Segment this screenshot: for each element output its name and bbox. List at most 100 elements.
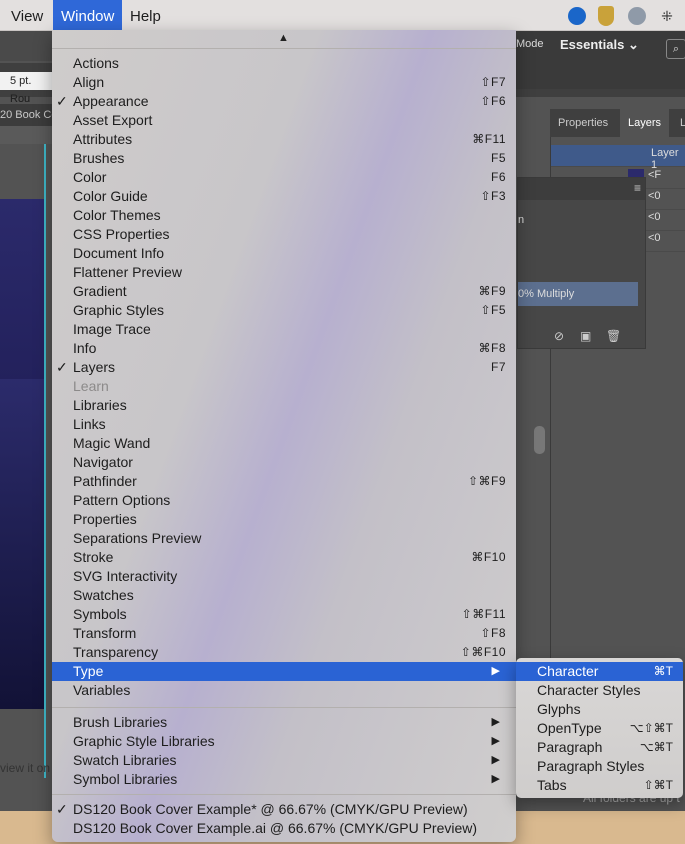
tab-properties[interactable]: Properties [550,109,616,137]
menu-item-type[interactable]: Type ▶ [52,662,516,681]
menu-help[interactable]: Help [122,0,169,30]
menu-item-separations-preview[interactable]: Separations Preview [52,529,516,548]
shortcut-label: ⇧⌘F10 [460,645,506,659]
menu-item-transparency[interactable]: Transparency ⇧⌘F10 [52,643,516,662]
menu-item-label: Flattener Preview [73,264,182,280]
panel-option[interactable] [518,236,638,260]
checkmark-icon: ✓ [56,801,68,817]
blend-mode-option[interactable]: 0% Multiply [518,282,638,306]
menu-item-actions[interactable]: Actions [52,54,516,73]
menu-item-brush-libraries[interactable]: Brush Libraries ▶ [52,713,516,732]
submenu-item-opentype[interactable]: OpenType ⌥⇧⌘T [516,719,683,738]
menu-item-navigator[interactable]: Navigator [52,453,516,472]
menu-item-graphic-styles[interactable]: Graphic Styles ⇧F5 [52,301,516,320]
clear-icon[interactable]: ⊘ [554,329,564,343]
menu-item-color[interactable]: Color F6 [52,168,516,187]
submenu-item-tabs[interactable]: Tabs ⇧⌘T [516,776,683,795]
menu-item-brushes[interactable]: Brushes F5 [52,149,516,168]
artboard-canvas[interactable] [0,199,44,709]
menu-item-label: Asset Export [73,112,153,128]
panel-menu-icon[interactable]: ≡ [634,181,641,195]
submenu-item-paragraph[interactable]: Paragraph ⌥⌘T [516,738,683,757]
menu-item-attributes[interactable]: Attributes ⌘F11 [52,130,516,149]
layer-row[interactable]: Layer 1 [551,145,685,171]
submenu-item-character-styles[interactable]: Character Styles [516,681,683,700]
shortcut-label: ⌘F8 [478,341,506,355]
menu-item-asset-export[interactable]: Asset Export [52,111,516,130]
network-icon[interactable]: ⁜ [658,7,676,25]
forest-artwork [0,379,44,709]
menu-item-label: Actions [73,55,119,71]
menu-item-label: Transform [73,625,137,641]
menu-item-stroke[interactable]: Stroke ⌘F10 [52,548,516,567]
workspace-switcher[interactable]: Essentials ⌄ [560,37,639,53]
search-icon[interactable]: ⌕ [666,39,685,59]
document-tab[interactable]: 20 Book Co [0,104,52,126]
menu-item-label: Separations Preview [73,530,202,546]
shortcut-label: ⌘F11 [472,132,506,146]
menu-item-ds120-book-cover-example-ai-66-67-cmyk-g[interactable]: DS120 Book Cover Example.ai @ 66.67% (CM… [52,819,516,838]
menu-item-pattern-options[interactable]: Pattern Options [52,491,516,510]
menu-item-label: Swatches [73,587,134,603]
menu-item-css-properties[interactable]: CSS Properties [52,225,516,244]
scroll-up-arrow-icon[interactable]: ▲ [278,32,289,44]
menu-item-document-info[interactable]: Document Info [52,244,516,263]
stroke-weight-field[interactable]: 5 pt. Rou [0,72,52,105]
menu-item-color-themes[interactable]: Color Themes [52,206,516,225]
menu-item-info[interactable]: Info ⌘F8 [52,339,516,358]
workspace-label: Essentials [560,37,625,52]
panel-option[interactable]: n [518,208,638,232]
menu-item-symbol-libraries[interactable]: Symbol Libraries ▶ [52,770,516,789]
shield-icon[interactable] [598,6,614,26]
menu-item-swatch-libraries[interactable]: Swatch Libraries ▶ [52,751,516,770]
menu-item-align[interactable]: Align ⇧F7 [52,73,516,92]
floating-panel: ≡ n 0% Multiply ⊘ ▣ 🗑 [517,177,646,349]
menu-item-label: Graphic Style Libraries [73,733,215,749]
menu-item-symbols[interactable]: Symbols ⇧⌘F11 [52,605,516,624]
trash-icon[interactable]: 🗑 [606,329,621,343]
mode-label[interactable]: Mode [516,38,544,50]
menu-item-graphic-style-libraries[interactable]: Graphic Style Libraries ▶ [52,732,516,751]
submenu-item-label: OpenType [537,720,602,736]
menu-item-transform[interactable]: Transform ⇧F8 [52,624,516,643]
menu-item-label: Layers [73,359,116,375]
menu-item-magic-wand[interactable]: Magic Wand [52,434,516,453]
panel-footer-icons: ⊘ ▣ 🗑 [518,326,645,348]
new-item-icon[interactable]: ▣ [580,329,591,343]
menu-view[interactable]: View [3,0,51,30]
menu-item-label: Color Guide [73,188,148,204]
checkmark-icon: ✓ [56,93,68,109]
menu-item-flattener-preview[interactable]: Flattener Preview [52,263,516,282]
menu-item-links[interactable]: Links [52,415,516,434]
panel-header[interactable]: ≡ [518,178,645,200]
submenu-arrow-icon: ▶ [491,716,500,728]
menu-item-label: Info [73,340,97,356]
tab-libraries[interactable]: L [672,109,685,137]
bing-icon[interactable] [568,7,586,25]
menu-item-pathfinder[interactable]: Pathfinder ⇧⌘F9 [52,472,516,491]
menu-item-label: Gradient [73,283,127,299]
menu-item-svg-interactivity[interactable]: SVG Interactivity [52,567,516,586]
menu-item-properties[interactable]: Properties [52,510,516,529]
menu-item-gradient[interactable]: Gradient ⌘F9 [52,282,516,301]
submenu-arrow-icon: ▶ [491,754,500,766]
menu-item-libraries[interactable]: Libraries [52,396,516,415]
menu-item-layers[interactable]: ✓ Layers F7 [52,358,516,377]
menu-item-label: Transparency [73,644,159,660]
globe-icon[interactable] [628,7,646,25]
tab-layers[interactable]: Layers [620,109,670,137]
menu-item-ds120-book-cover-example-66-67-cmyk-gpu-[interactable]: ✓ DS120 Book Cover Example* @ 66.67% (CMY… [52,800,516,819]
menu-item-image-trace[interactable]: Image Trace [52,320,516,339]
menu-item-swatches[interactable]: Swatches [52,586,516,605]
menu-item-variables[interactable]: Variables [52,681,516,700]
scrollbar-thumb[interactable] [534,426,545,454]
menu-separator [52,794,516,795]
submenu-item-character[interactable]: Character ⌘T [516,662,683,681]
menu-item-label: Document Info [73,245,165,261]
menu-item-label: Image Trace [73,321,151,337]
menu-window[interactable]: Window [53,0,123,30]
submenu-item-glyphs[interactable]: Glyphs [516,700,683,719]
menu-item-color-guide[interactable]: Color Guide ⇧F3 [52,187,516,206]
menu-item-appearance[interactable]: ✓ Appearance ⇧F6 [52,92,516,111]
submenu-item-paragraph-styles[interactable]: Paragraph Styles [516,757,683,776]
